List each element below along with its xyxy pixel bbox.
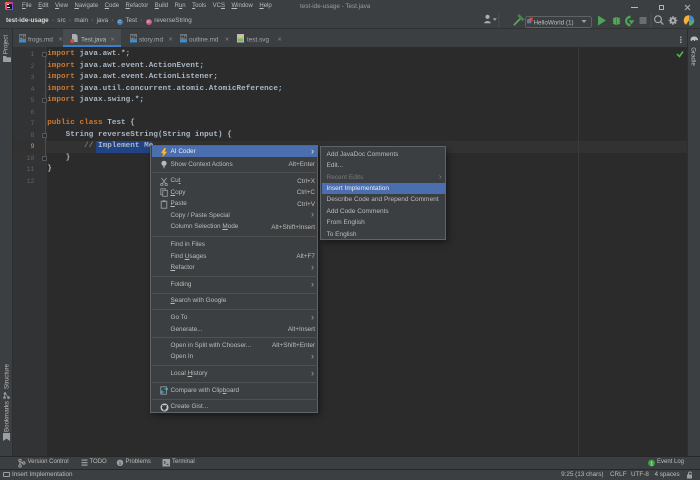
svg-text:frogs.md: frogs.md bbox=[28, 37, 53, 44]
svg-text:×: × bbox=[278, 37, 282, 44]
svg-text:×: × bbox=[169, 37, 173, 44]
svg-text:1: 1 bbox=[650, 461, 653, 467]
svg-text:×: × bbox=[225, 37, 229, 44]
svg-text:outline.md: outline.md bbox=[189, 37, 219, 44]
svg-text:×: × bbox=[111, 37, 115, 44]
svg-text:story.md: story.md bbox=[139, 37, 163, 44]
svg-text:HelloWorld (1): HelloWorld (1) bbox=[534, 19, 574, 26]
svg-text:test.svg: test.svg bbox=[247, 37, 269, 44]
svg-text:×: × bbox=[59, 37, 63, 44]
svg-text:Test.java: Test.java bbox=[81, 37, 107, 44]
